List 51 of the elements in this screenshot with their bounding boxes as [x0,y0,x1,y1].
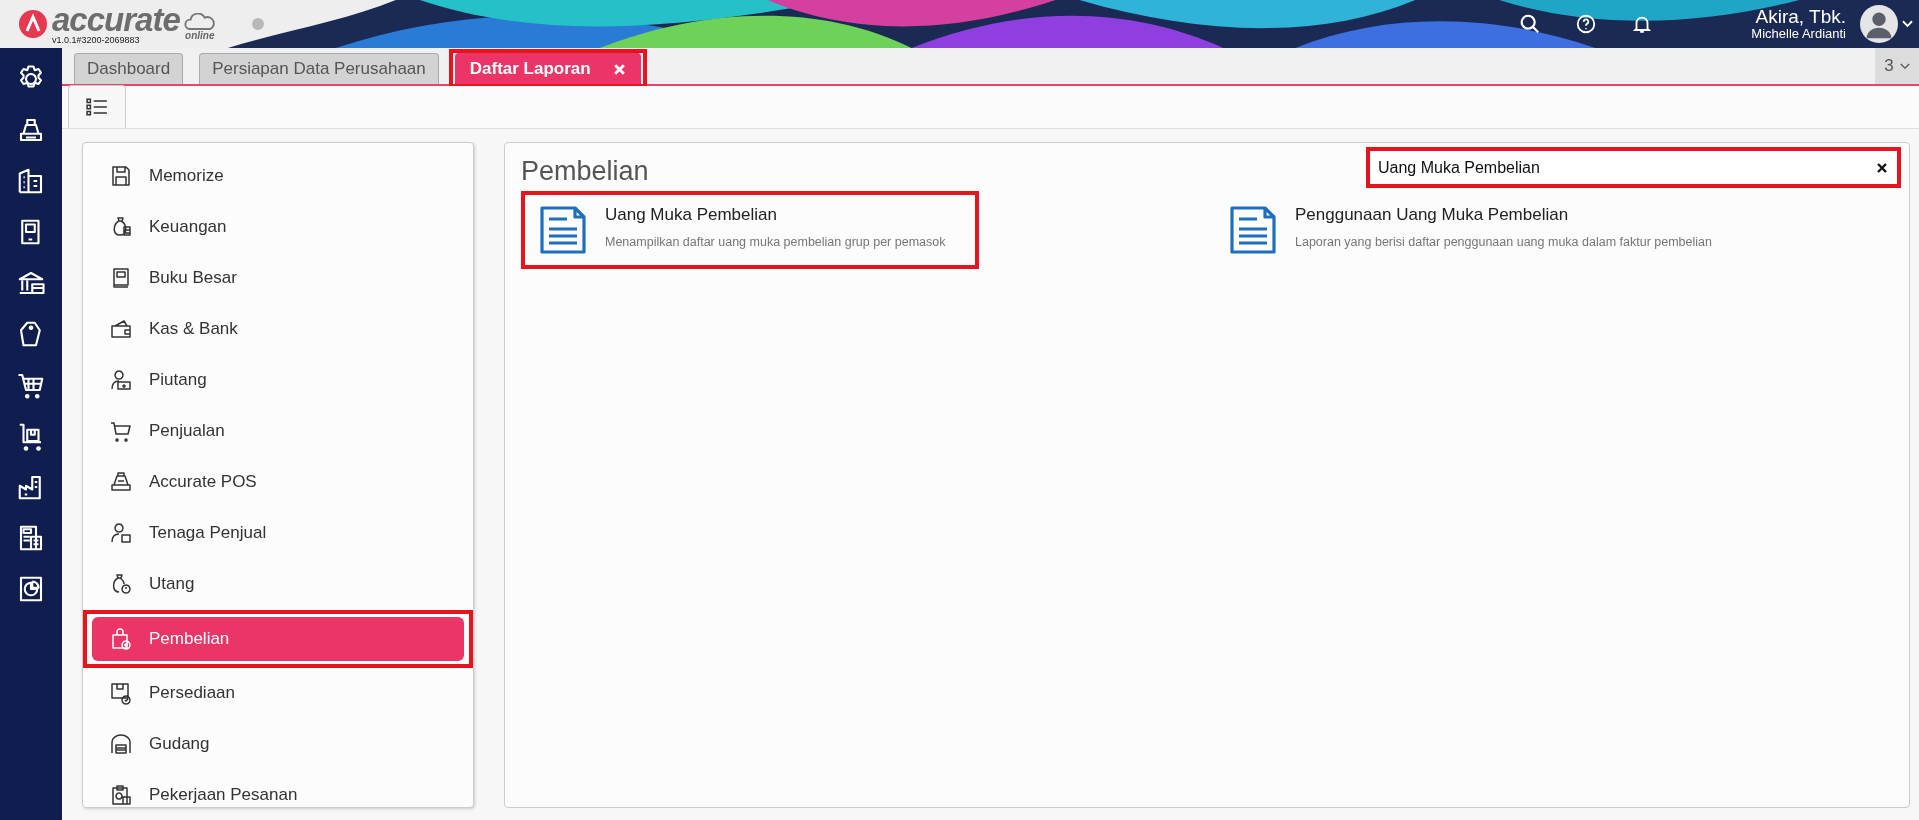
category-item[interactable]: Accurate POS [92,460,464,504]
report-description: Menampilkan daftar uang muka pembelian grup per pemasok [605,235,946,249]
cloud-icon [183,13,216,30]
chevron-down-icon[interactable] [1902,20,1913,28]
category-item[interactable]: Utang [92,562,464,606]
shopping-bag-icon [109,627,133,651]
warehouse-icon [109,732,133,756]
clear-icon[interactable] [1876,161,1888,174]
avatar-icon[interactable] [1860,5,1898,43]
category-item[interactable]: Buku Besar [92,256,464,300]
person-icon [109,368,133,392]
report-item[interactable]: Uang Muka Pembelian Menampilkan daftar uang muka pembelian grup per pemasok [525,195,976,265]
tab-count-dropdown[interactable]: 3 [1875,48,1919,84]
cart-icon [109,419,133,443]
version-label: v1.0.1#3200-2069883 [52,36,141,45]
category-item[interactable]: Keuangan [92,205,464,249]
wallet-icon [109,317,133,341]
category-item[interactable]: Piutang [92,358,464,402]
help-icon[interactable] [1575,13,1598,35]
search-icon[interactable] [1519,13,1542,35]
section-title: Pembelian [521,156,649,187]
box-icon [109,681,133,705]
list-view-button[interactable] [68,85,126,128]
user-name: Michelle Ardianti [1751,27,1846,41]
category-item[interactable]: Tenaga Penjual [92,511,464,555]
tab[interactable]: Dashboard [74,53,184,84]
logo-subtitle: online [185,30,215,41]
close-icon[interactable] [612,62,626,76]
document-icon [1229,205,1277,255]
clipboard-icon [109,783,133,807]
category-item[interactable]: Penjualan [92,409,464,453]
person-icon [109,521,133,545]
category-item[interactable]: Persediaan [92,671,464,715]
category-item[interactable]: Gudang [92,722,464,766]
tab[interactable]: Daftar Laporan [454,53,641,84]
list-icon [86,98,108,116]
category-item[interactable]: Pembelian [92,617,464,661]
company-name: Akira, Tbk. [1755,7,1846,28]
report-title: Uang Muka Pembelian [605,205,778,225]
save-icon [109,164,133,188]
report-title: Penggunaan Uang Muka Pembelian [1295,205,1570,225]
logo-icon [18,9,48,39]
tab[interactable]: Persiapan Data Perusahaan [199,53,439,84]
category-item[interactable]: Pekerjaan Pesanan [92,773,464,807]
report-item[interactable]: Penggunaan Uang Muka Pembelian Laporan yang berisi daftar penggunaan uang muka dalam faktur pembelian [1215,195,1742,265]
chevron-down-icon [1899,62,1910,70]
category-item[interactable]: Memorize [92,154,464,198]
document-icon [539,205,587,255]
logo-text: accurate [52,3,180,36]
report-description: Laporan yang berisi daftar penggunaan uang muka dalam faktur pembelian [1295,235,1712,249]
category-item[interactable]: Kas & Bank [92,307,464,351]
